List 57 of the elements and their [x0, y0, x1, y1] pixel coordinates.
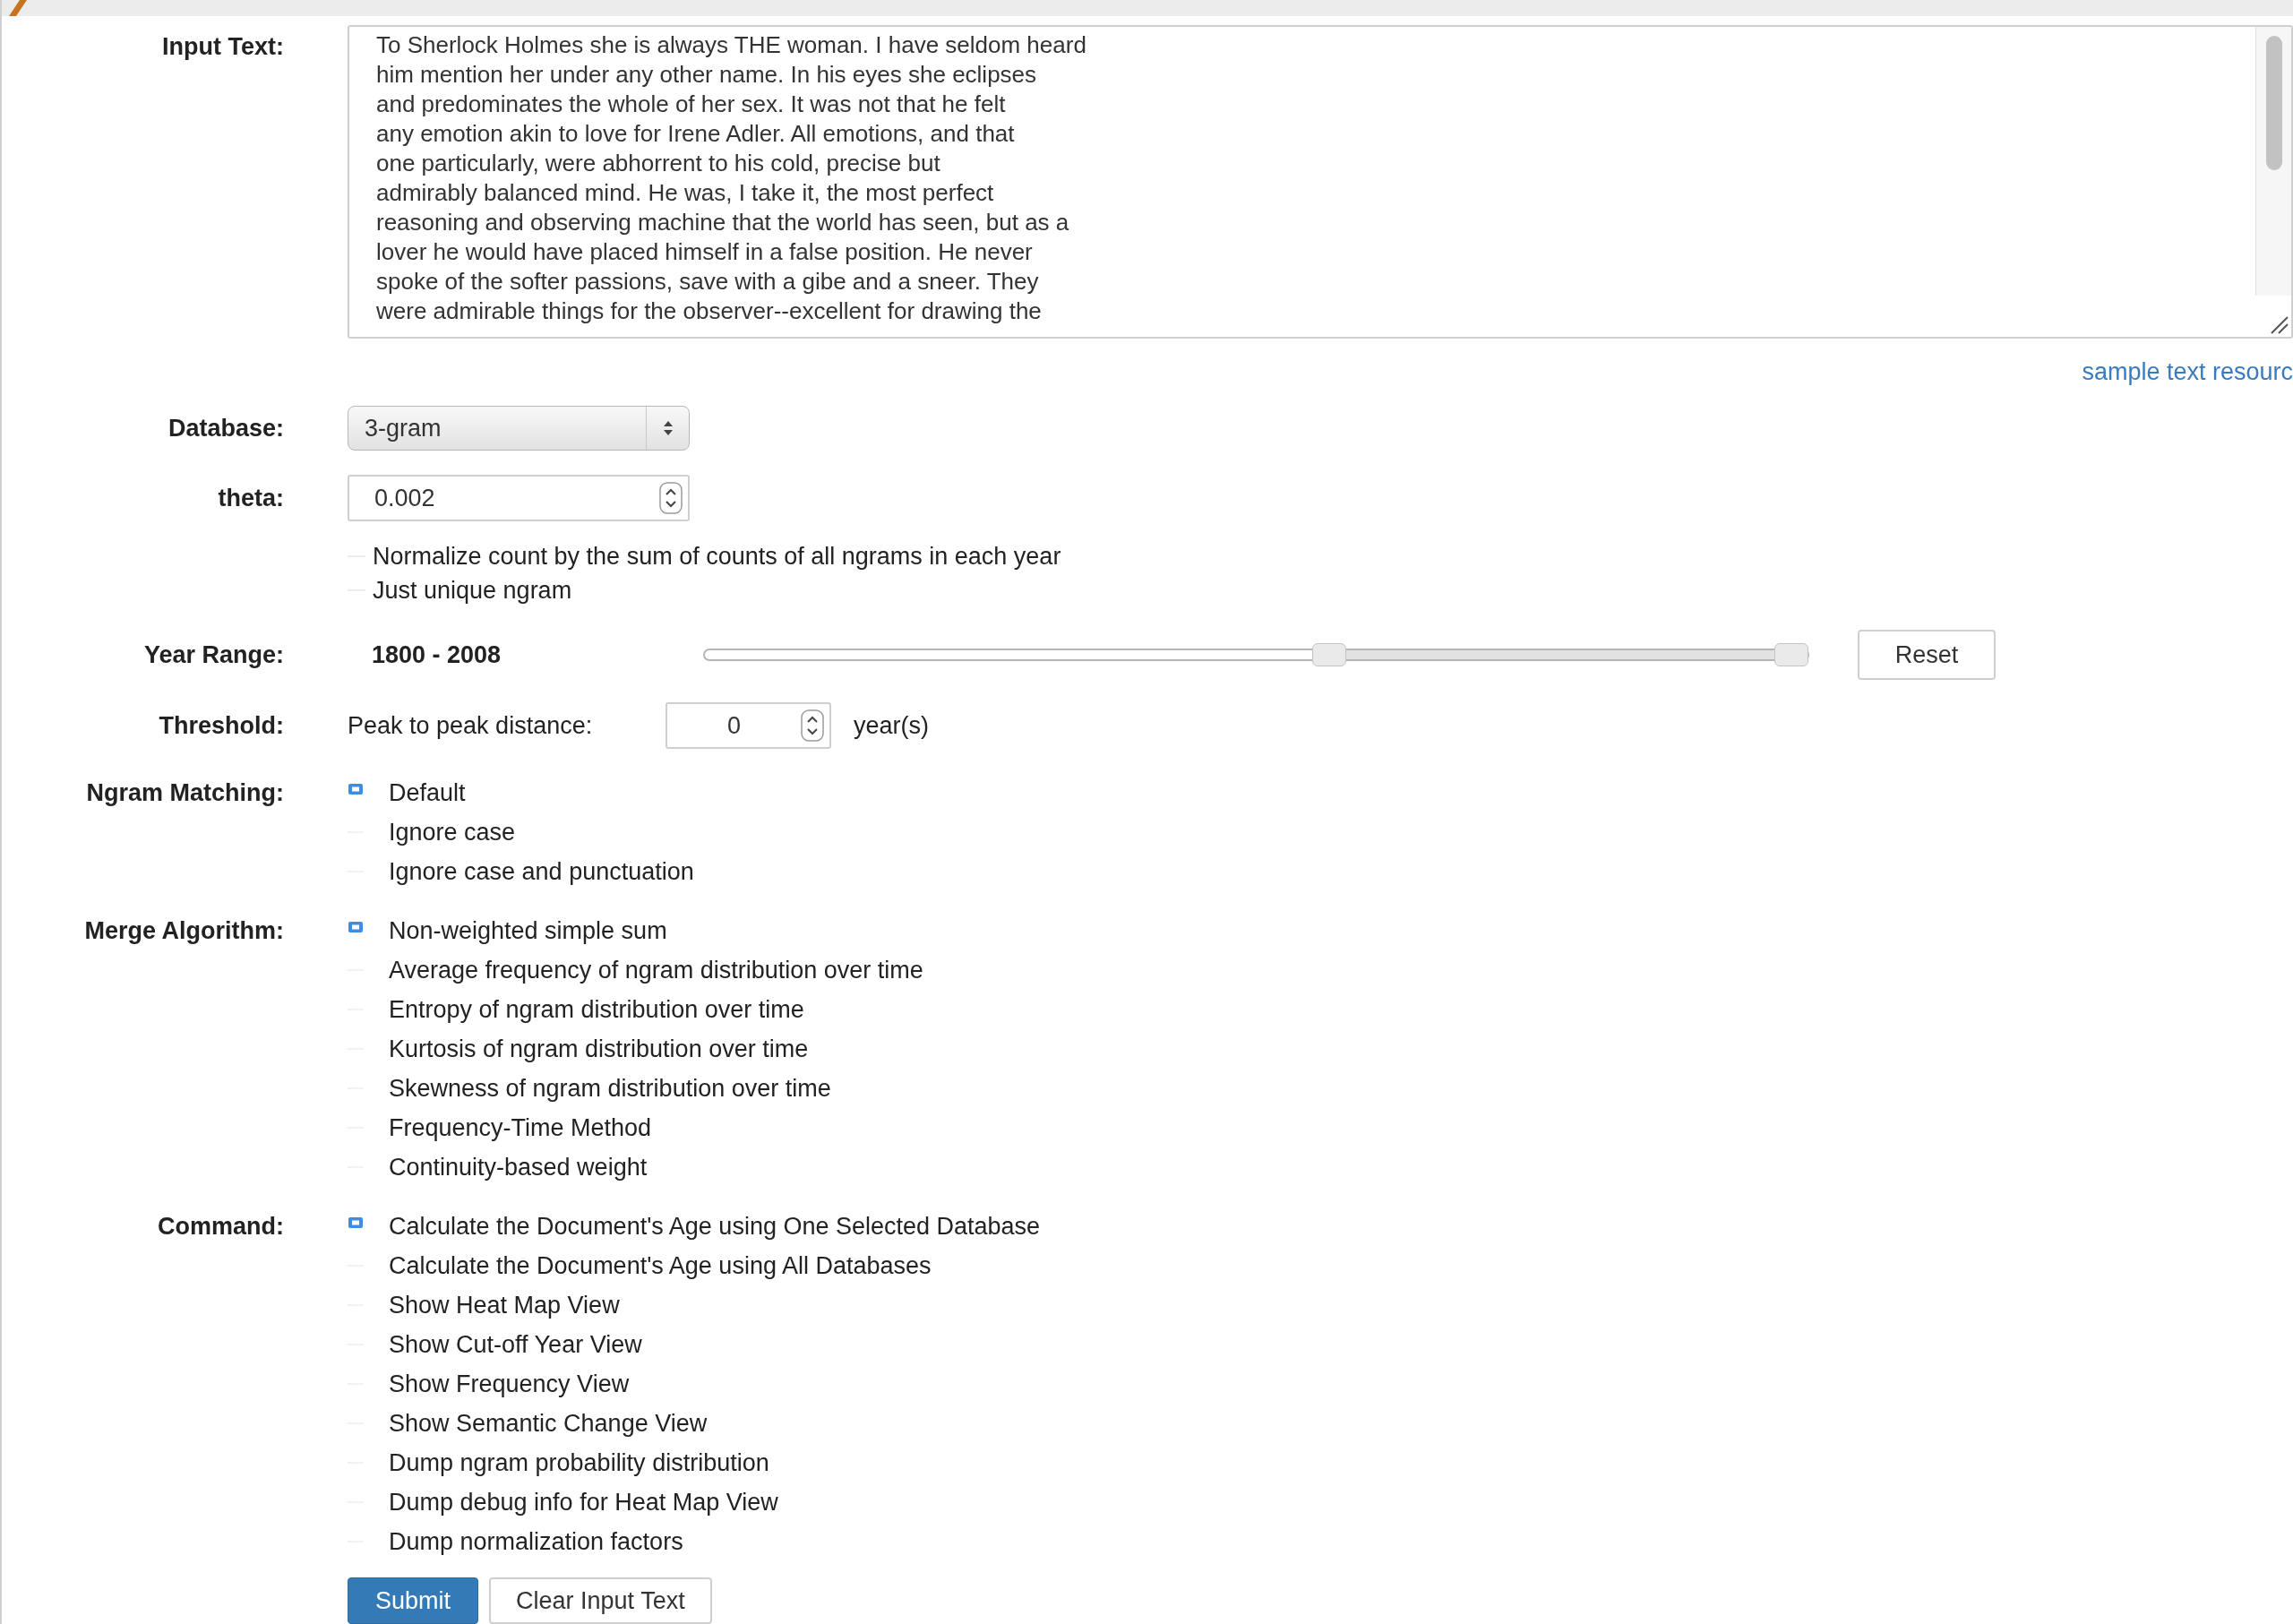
field-label: Ngram Matching: [86, 779, 284, 806]
text-line: lover he would have placed himself in a false position. He never [376, 238, 1033, 265]
option-label: Show Cut-off Year View [389, 1329, 642, 1360]
theta-field[interactable]: 0.002 [348, 475, 690, 521]
field-label: Threshold: [159, 711, 284, 739]
spinner-icon[interactable] [801, 709, 824, 742]
radio-selected-icon[interactable] [348, 921, 364, 933]
field-label: Command: [158, 1213, 284, 1240]
option-label: Average frequency of ngram distribution over time [389, 955, 923, 985]
option-label: Calculate the Document's Age using All Databases [389, 1250, 932, 1281]
text-line: one particularly, were abhorrent to his cold, precise but [376, 150, 940, 176]
option-label: Ignore case and punctuation [389, 856, 694, 887]
radio-selected-icon[interactable] [348, 1216, 364, 1229]
clear-button[interactable]: Clear Input Text [489, 1577, 712, 1624]
field-label: Year Range: [143, 640, 284, 668]
spinner-icon[interactable] [659, 482, 683, 514]
text-line: any emotion akin to love for Irene Adler. All emotions, and that [376, 120, 1015, 147]
option-label: Dump debug info for Heat Map View [389, 1487, 778, 1517]
option-label: Dump ngram probability distribution [389, 1448, 769, 1478]
slider-handle[interactable] [1311, 643, 1346, 666]
option-label: Kurtosis of ngram distribution over time [389, 1034, 809, 1064]
slider-handle[interactable] [1773, 643, 1808, 666]
text-line: spoke of the softer passions, save with a gibe and a sneer. They [376, 268, 1039, 295]
radio-selected-icon[interactable] [348, 783, 364, 795]
option-label: Ignore case [389, 817, 516, 847]
option-label: Dump normalization factors [389, 1526, 683, 1557]
option-label: Frequency-Time Method [389, 1113, 652, 1143]
option-label: Entropy of ngram distribution over time [389, 994, 804, 1025]
text-line: and predominates the whole of her sex. It was not that he felt [376, 90, 1006, 117]
sample-text-link[interactable]: sample text resourc [2082, 354, 2293, 391]
text-line: To Sherlock Holmes she is always THE woman. I have seldom heard [376, 31, 1086, 58]
reset-button[interactable]: Reset [1858, 630, 1996, 680]
option-label: Calculate the Document's Age using One Selected Database [389, 1211, 1041, 1242]
option-label: Show Heat Map View [389, 1290, 620, 1320]
threshold-caption: Peak to peak distance: [348, 710, 594, 741]
field-label: Merge Algorithm: [84, 917, 284, 944]
field-label: Input Text: [162, 33, 284, 60]
field-label: theta: [218, 484, 284, 511]
option-label: Skewness of ngram distribution over time [389, 1073, 831, 1104]
option-label: Continuity-based weight [389, 1152, 648, 1182]
option-label: Show Semantic Change View [389, 1408, 708, 1439]
input-text-area[interactable] [348, 25, 2293, 339]
option-label: Normalize count by the sum of counts of all ngrams in each year [373, 541, 1061, 571]
submit-button[interactable]: Submit [348, 1577, 479, 1624]
text-line: admirably balanced mind. He was, I take it, the most perfect [376, 179, 994, 206]
unit-label: year(s) [854, 710, 929, 741]
text-line: were admirable things for the observer--excellent for drawing the [376, 297, 1042, 324]
option-label: Non-weighted simple sum [389, 915, 667, 946]
option-label: Default [389, 778, 466, 808]
distance-field[interactable]: 0 [666, 702, 831, 749]
option-label: Show Frequency View [389, 1369, 630, 1399]
text-line: reasoning and observing machine that the world has seen, but as a [376, 209, 1069, 236]
database-select[interactable]: 3-gram [348, 406, 690, 451]
field-label: Database: [167, 414, 284, 442]
option-label: Just unique ngram [373, 575, 572, 606]
year-range-reading: 1800 - 2008 [371, 640, 502, 670]
text-line: him mention her under any other name. In his eyes she eclipses [376, 61, 1037, 88]
